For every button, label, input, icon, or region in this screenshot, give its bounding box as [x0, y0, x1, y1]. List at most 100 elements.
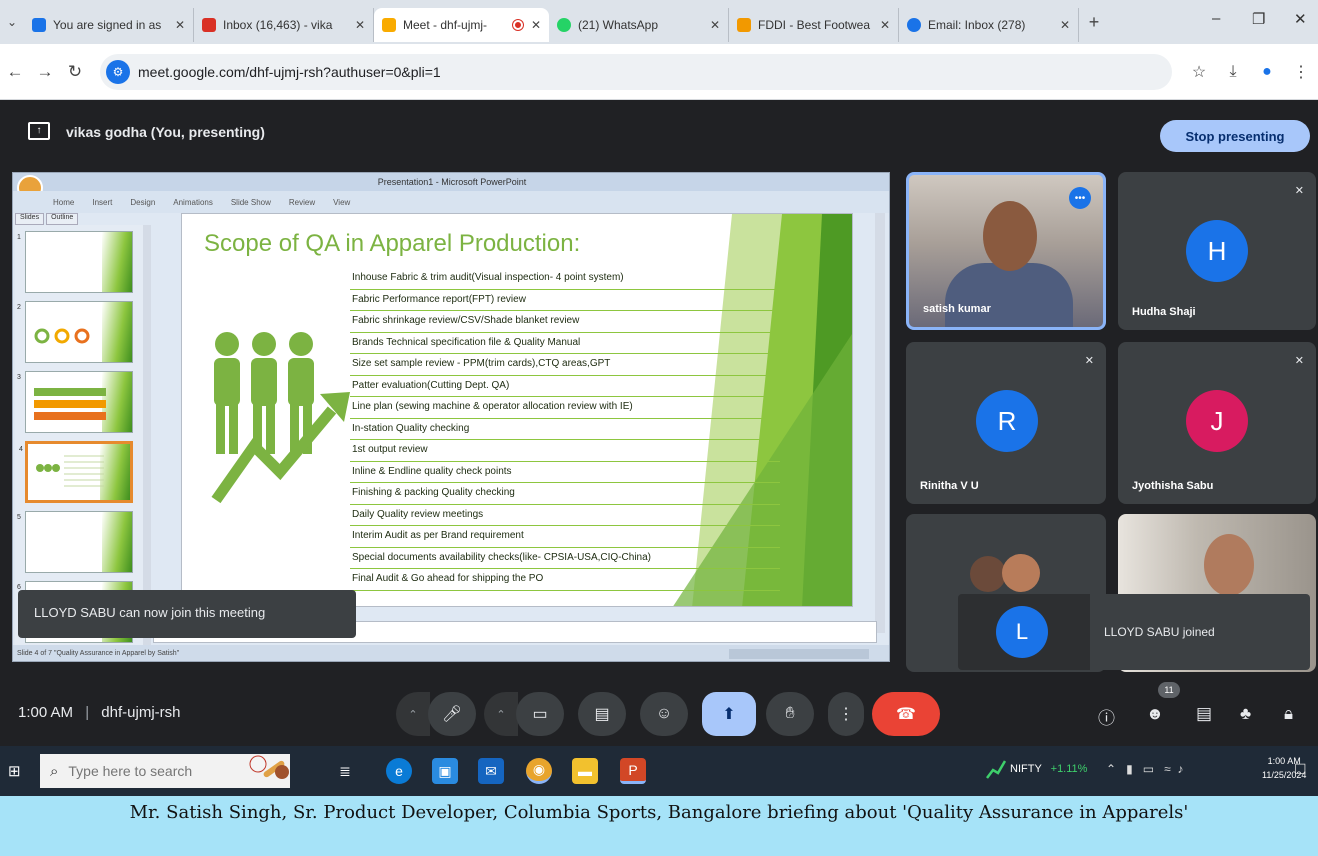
meeting-details-separator: | [85, 704, 90, 721]
raise-hand-icon: ✋︎ [785, 705, 795, 722]
nifty-label: NIFTY [1010, 763, 1042, 775]
microphone-tray-icon[interactable]: ▮ [1126, 762, 1133, 776]
email-favicon-icon [907, 18, 921, 32]
slide-thumbnails: 1 2 3 4 5 6 [15, 225, 143, 645]
mic-muted-icon: ✕ [1084, 355, 1094, 367]
avatar: H [1186, 220, 1248, 282]
slide-bullet: Special documents availability checks(li… [350, 548, 780, 569]
activities-icon[interactable]: ♣ [1240, 704, 1251, 724]
slide-bullet: Inhouse Fabric & trim audit(Visual inspe… [350, 268, 780, 290]
browser-tab-email[interactable]: Email: Inbox (278) ✕ [899, 8, 1079, 42]
reload-icon[interactable]: ↻ [60, 62, 90, 82]
participant-name: Rinitha V U [920, 480, 979, 492]
bookmark-star-icon[interactable]: ☆ [1182, 62, 1216, 82]
participant-name: Hudha Shaji [1132, 306, 1196, 318]
meeting-info-icon[interactable]: ⓘ [1098, 704, 1115, 729]
presenting-screen-icon: ↑ [28, 122, 50, 140]
admit-notification-toast: LLOYD SABU can now join this meeting [18, 590, 356, 638]
wifi-icon[interactable]: ≈ [1164, 762, 1171, 776]
profile-icon[interactable]: ● [1250, 63, 1284, 81]
more-options-button[interactable]: ⋮ [828, 692, 864, 736]
task-view-icon[interactable]: ≣ [332, 758, 358, 784]
tab-close-icon[interactable]: ✕ [531, 18, 541, 32]
site-info-icon[interactable]: ⚙ [106, 59, 130, 84]
new-tab-icon[interactable]: + [1079, 12, 1109, 33]
tab-close-icon[interactable]: ✕ [355, 18, 365, 32]
present-screen-button[interactable]: ⬆ [702, 692, 756, 736]
tab-close-icon[interactable]: ✕ [710, 18, 720, 32]
window-close-icon[interactable]: ✕ [1294, 10, 1307, 28]
browser-tab-fddi[interactable]: FDDI - Best Footwea ✕ [729, 8, 899, 42]
chrome-icon[interactable]: ◉ [526, 758, 552, 784]
host-controls-lock-icon[interactable]: 🔒︎ [1284, 704, 1293, 724]
slide-bullet: Inline & Endline quality check points [350, 462, 780, 483]
forward-arrow-icon[interactable]: → [30, 62, 60, 82]
volume-icon[interactable]: ♪ [1177, 762, 1183, 776]
notification-center-icon[interactable]: ☐ [1294, 761, 1307, 778]
tab-close-icon[interactable]: ✕ [175, 18, 185, 32]
tab-close-icon[interactable]: ✕ [880, 18, 890, 32]
fddi-favicon-icon [737, 18, 751, 32]
video-options-caret-icon[interactable]: ⌃ [484, 692, 518, 736]
store-icon[interactable]: ▣ [432, 758, 458, 784]
omnibox[interactable]: ⚙ meet.google.com/dhf-ujmj-rsh?authuser=… [100, 53, 1172, 90]
minimize-icon[interactable]: – [1212, 10, 1220, 27]
thumbnail-scrollbar[interactable] [143, 225, 151, 645]
more-vert-icon: ⋮ [838, 706, 854, 723]
taskbar-search-input[interactable] [68, 763, 229, 779]
presenter-banner: vikas godha (You, presenting) [66, 124, 265, 140]
other-participant-avatar [970, 556, 1006, 592]
participant-tile-rinitha[interactable]: ✕ R Rinitha V U [906, 342, 1106, 504]
file-explorer-icon[interactable]: ▬ [572, 758, 598, 784]
avatar: J [1186, 390, 1248, 452]
microphone-button[interactable]: 🎤︎ [428, 692, 476, 736]
tab-close-icon[interactable]: ✕ [1060, 18, 1070, 32]
people-icon[interactable]: ☻ [1146, 704, 1164, 724]
slide-bullet: Interim Audit as per Brand requirement [350, 526, 780, 548]
slide-thumbnail-selected: 4 [19, 441, 133, 503]
url-text: meet.google.com/dhf-ujmj-rsh?authuser=0&… [138, 63, 441, 80]
tray-chevron-icon[interactable]: ⌃ [1106, 762, 1116, 776]
stop-presenting-button[interactable]: Stop presenting [1160, 120, 1310, 152]
chat-icon[interactable]: ▤ [1196, 704, 1212, 724]
emoji-icon: ☺ [655, 705, 673, 722]
audio-options-caret-icon[interactable]: ⌃ [396, 692, 430, 736]
browser-tab-whatsapp[interactable]: (21) WhatsApp ✕ [549, 8, 729, 42]
browser-tab-gmail[interactable]: Inbox (16,463) - vika ✕ [194, 8, 374, 42]
slide-title: Scope of QA in Apparel Production: [204, 230, 581, 257]
slide-bullet: Line plan (sewing machine & operator all… [350, 397, 780, 419]
meeting-details: 1:00 AM | dhf-ujmj-rsh [18, 704, 180, 721]
browser-tab-meet[interactable]: Meet - dhf-ujmj- ✕ [374, 8, 549, 42]
other-participant-avatar [1002, 554, 1040, 592]
browser-tab-signed-in[interactable]: You are signed in as ✕ [24, 8, 194, 42]
captions-button[interactable]: ▤ [578, 692, 626, 736]
participant-tile-jyothisha[interactable]: ✕ J Jyothisha Sabu [1118, 342, 1316, 504]
windows-start-icon[interactable]: ⊞ [8, 762, 21, 780]
browser-menu-icon[interactable]: ⋮ [1284, 62, 1318, 82]
video-camera-icon: ▭ [532, 706, 548, 723]
camera-button[interactable]: ▭ [516, 692, 564, 736]
gmail-favicon-icon [202, 18, 216, 32]
slide-scrollbar[interactable] [875, 213, 885, 633]
ppt-zoom-slider[interactable] [729, 649, 869, 659]
nifty-ticker[interactable]: NIFTY +1.11% [1010, 763, 1087, 775]
reactions-button[interactable]: ☺ [640, 692, 688, 736]
mail-icon[interactable]: ✉ [478, 758, 504, 784]
participant-tile-hudha[interactable]: ✕ H Hudha Shaji [1118, 172, 1316, 330]
tab-search-chevron-icon[interactable]: ⌄ [0, 15, 24, 29]
powerpoint-icon[interactable]: P [620, 758, 646, 784]
back-arrow-icon[interactable]: ← [0, 62, 30, 82]
raise-hand-button[interactable]: ✋︎ [766, 692, 814, 736]
download-icon[interactable]: ⤓ [1216, 63, 1250, 81]
battery-icon[interactable]: ▭ [1143, 762, 1154, 776]
ppt-panel-tabs: Slides Outline [15, 213, 143, 225]
leave-call-button[interactable]: ☎︎ [872, 692, 940, 736]
participant-tile-satish[interactable]: ••• satish kumar [906, 172, 1106, 330]
image-caption: Mr. Satish Singh, Sr. Product Developer,… [0, 796, 1318, 856]
edge-browser-icon[interactable]: e [386, 758, 412, 784]
slide-bullet: Size set sample review - PPM(trim cards)… [350, 354, 780, 376]
restore-icon[interactable]: ❐ [1252, 10, 1265, 28]
slide-bullet: In-station Quality checking [350, 419, 780, 440]
slide-bullet: Daily Quality review meetings [350, 505, 780, 526]
slide-bullet: Finishing & packing Quality checking [350, 483, 780, 505]
